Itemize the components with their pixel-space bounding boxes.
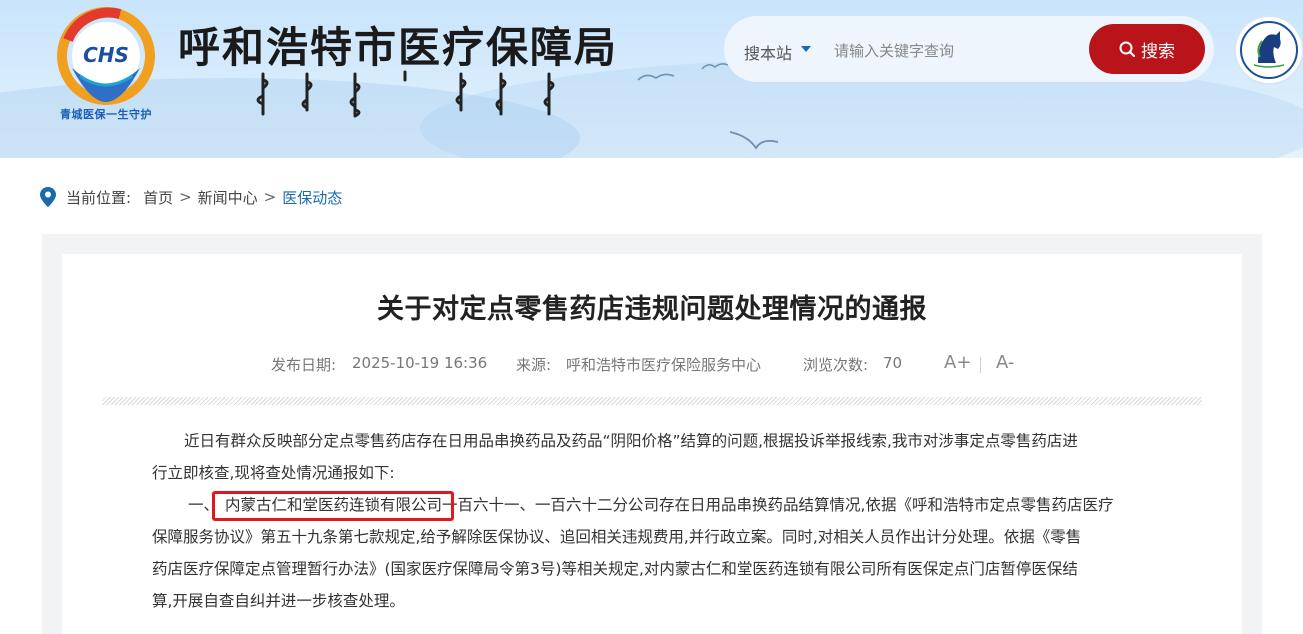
- paragraph-line: 近日有群众反映部分定点零售药店存在日用品串换药品及药品“阴阳价格”结算的问题,根…: [184, 432, 1078, 450]
- breadcrumb-current-link[interactable]: 医保动态: [282, 187, 342, 208]
- paragraph-text: 一百六十一、一百六十二分公司存在日用品串换药品结算情况,依据《呼和浩特市定点零售…: [442, 496, 1114, 514]
- location-pin-icon: [40, 187, 56, 207]
- breadcrumb-news-link[interactable]: 新闻中心: [198, 187, 258, 208]
- breadcrumb: 当前位置: 首页 > 新闻中心 > 医保动态: [40, 186, 342, 208]
- mongolian-title-graphic: [256, 70, 555, 118]
- breadcrumb-separator: >: [263, 188, 277, 206]
- views-label: 浏览次数:: [803, 356, 869, 374]
- search-icon: [1119, 41, 1135, 57]
- paragraph-line: 行立即核查,现将查处情况通报如下:: [152, 464, 395, 482]
- source-value: 呼和浩特市医疗保险服务中心: [566, 356, 762, 374]
- font-increase-button[interactable]: A+: [944, 352, 971, 373]
- views-count: 70: [883, 354, 903, 372]
- source-label: 来源:: [516, 356, 552, 374]
- search-button[interactable]: 搜索: [1089, 24, 1205, 74]
- hatched-divider: [102, 397, 1202, 405]
- paragraph-line: 算,开展自查自纠并进一步核查处理。: [152, 592, 405, 610]
- bird-decoration-icon: [729, 131, 779, 150]
- highlight-box: [212, 491, 454, 521]
- logo-text: CHS: [83, 43, 129, 67]
- logo-slogan: 青城医保一生守护: [60, 108, 152, 121]
- bird-decoration-icon: [637, 73, 675, 81]
- breadcrumb-home-link[interactable]: 首页: [143, 187, 173, 208]
- search-scope-select[interactable]: 搜本站: [744, 40, 792, 64]
- search-input[interactable]: [832, 36, 1076, 66]
- search-button-label: 搜索: [1141, 41, 1175, 62]
- date-label: 发布日期:: [271, 356, 337, 374]
- site-header: CHS 青城医保一生守护 呼和浩特市医疗保障局 搜本站 搜索: [0, 0, 1303, 158]
- article-meta: 发布日期: 2025-10-19 16:36 来源: 呼和浩特市医疗保险服务中心…: [0, 352, 1303, 376]
- article-title: 关于对定点零售药店违规问题处理情况的通报: [377, 294, 927, 325]
- site-title: 呼和浩特市医疗保障局: [178, 23, 619, 72]
- paragraph-line: 保障服务协议》第五十九条第七款规定,给予解除医保协议、追回相关违规费用,并行政立…: [152, 528, 1082, 546]
- publish-date: 2025-10-19 16:36: [352, 354, 488, 372]
- breadcrumb-separator: >: [179, 188, 192, 206]
- font-decrease-button[interactable]: A-: [996, 352, 1014, 373]
- font-size-divider: [980, 357, 981, 373]
- horse-emblem-icon: [1236, 17, 1302, 83]
- breadcrumb-label: 当前位置:: [66, 188, 132, 207]
- bird-decoration-icon: [701, 63, 729, 70]
- paragraph-line: 药店医疗保障定点管理暂行办法》(国家医疗保障局令第3号)等相关规定,对内蒙古仁和…: [152, 560, 1078, 578]
- caret-down-icon[interactable]: [801, 46, 811, 52]
